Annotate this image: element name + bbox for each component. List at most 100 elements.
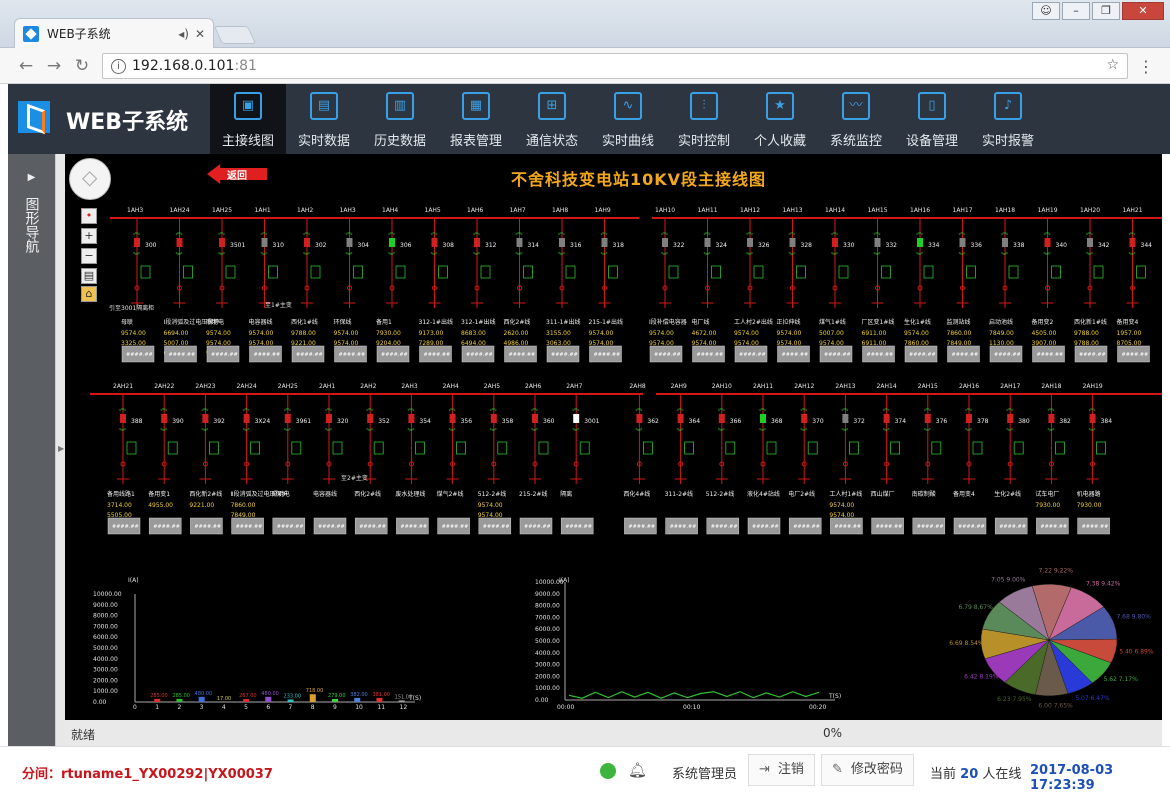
breaker-number: 308 [443,242,455,249]
reload-icon[interactable]: ↻ [72,56,92,76]
nav-item-7[interactable]: ★ 个人收藏 [742,84,818,154]
logout-button[interactable]: ⇥ 注销 [748,754,815,786]
splitter-grip-icon[interactable]: ▶ [58,444,64,453]
forward-arrow-icon[interactable]: → [44,56,64,76]
bell-icon[interactable]: 🔔︎ [628,761,647,779]
bar-chart-ytick: 9000.00 [93,602,118,609]
info-icon[interactable]: i [111,58,126,74]
meter-box-text: ####.## [670,524,697,530]
browser-menu-icon[interactable]: ⋮ [1138,57,1154,76]
ground-switch-icon [310,265,321,279]
url-field[interactable]: i 192.168.0.101:81 ☆ [102,53,1128,79]
minimize-button[interactable]: – [1062,2,1090,20]
breaker-number: 304 [358,242,370,249]
pie-label: 7.68 9.80% [1116,613,1151,620]
close-window-button[interactable]: ✕ [1122,2,1164,20]
disconnect-chevron-icon: ︽ [759,404,766,412]
nav-item-2[interactable]: ▥ 历史数据 [362,84,438,154]
online-prefix: 当前 [930,767,957,782]
pie-label: 6.79 8.67% [958,604,993,611]
back-button[interactable]: 返回 [207,164,267,184]
ground-switch-icon [414,441,425,455]
speaker-icon[interactable]: ◂) [178,27,189,41]
feeder-name: 备用线路1 [107,490,135,498]
feeder-name: 西化4#线 [623,490,650,498]
breaker-number: 3501 [230,242,245,249]
disconnect-chevron-icon: ︽ [1006,404,1013,412]
new-tab-button[interactable] [213,26,257,44]
ground-switch-icon [684,441,694,455]
nav-item-4[interactable]: ⊞ 通信状态 [514,84,590,154]
feeder-name: 厂区变1#线 [862,318,895,326]
breaker-number: 320 [337,418,349,425]
disconnect-chevron-icon: ︽ [388,228,395,236]
nav-item-0[interactable]: ▣ 主接线图 [210,84,286,154]
bar-chart-xtick: 10 [355,704,363,711]
breaker-number: 328 [801,242,813,249]
disconnect-chevron-icon: ︽ [119,404,126,412]
feed-label: 至1#主变 [265,301,292,309]
cabinet-label: 2AH23 [195,383,215,390]
nav-item-label: 通信状态 [525,134,578,149]
feeder-name: 煤气1#线 [819,318,846,326]
ground-switch-icon [140,265,151,279]
breaker-symbol [1044,238,1051,247]
panel-splitter[interactable]: ▶ [55,154,65,746]
bar-chart-data-label: 17.00 [217,696,231,702]
print-icon[interactable]: ▤ [81,268,97,284]
disconnect-chevron-icon: ︾ [531,428,538,436]
breaker-number: 368 [771,418,783,425]
ground-switch-icon [523,265,533,279]
feeder-name: 煤气2#线 [437,490,464,498]
breaker-number: 3001 [584,418,599,425]
feeder-value: 9574.00 [121,330,146,337]
tab-close-icon[interactable]: ✕ [195,27,205,41]
cabinet-label: 1AH8 [552,207,568,214]
feeder-name: 生化1#线 [904,318,931,326]
graphic-navigation-panel[interactable]: ▶ 图形导航 [8,154,55,746]
nav-item-5[interactable]: ∿ 实时曲线 [590,84,666,154]
control-icon: ⫶ [690,92,718,120]
zoom-out-button[interactable]: − [81,248,97,264]
bar-chart-data-label: 267.00 [239,693,257,699]
disconnect-chevron-icon: ︽ [346,228,353,236]
maximize-button[interactable]: ❐ [1092,2,1120,20]
bar-chart-xtick: 4 [222,704,226,711]
feeder-name: 试车电厂 [1035,490,1059,498]
breaker-number: 342 [1098,242,1110,249]
feeder-name: 生化2#线 [994,490,1021,498]
expand-arrow-icon[interactable]: ▶ [8,172,55,183]
meter-box-text: ####.## [551,352,578,358]
ground-switch-icon [291,441,302,455]
disconnect-chevron-icon: ︾ [677,428,684,436]
profile-icon[interactable]: ☺ [1032,2,1060,20]
bar-chart-ytick: 3000.00 [93,667,118,674]
diagram-canvas[interactable]: 1AH3 ︽ ︾ 300 母联 9574.00 3325.00 ####.## 1AH24 ︽ ︾ Ⅰ… [65,154,1162,720]
nav-item-9[interactable]: ▯ 设备管理 [894,84,970,154]
home-icon[interactable]: ⌂ [81,286,97,302]
browser-tab[interactable]: WEB子系统 ◂) ✕ [14,18,214,48]
meter-box-text: ####.## [1040,524,1067,530]
breaker-symbol [883,414,890,423]
ground-switch-icon [796,265,806,279]
nav-item-1[interactable]: ▤ 实时数据 [286,84,362,154]
nav-item-10[interactable]: ♪ 实时报警 [970,84,1046,154]
nav-item-8[interactable]: 〰系统监控 [818,84,894,154]
feeder-value: 7930.00 [1077,502,1102,509]
bar-chart-ytick: 1000.00 [93,688,118,695]
zoom-in-button[interactable]: + [81,228,97,244]
breaker-symbol [959,238,966,247]
feeder-value: 7860.00 [231,502,256,509]
feeder-name: 西化新1#线 [1074,318,1107,326]
locate-icon[interactable]: • [81,208,97,224]
change-password-button[interactable]: ✎ 修改密码 [821,754,914,786]
meter-box-text: ####.## [112,524,139,530]
cabinet-label: 1AH18 [995,207,1015,214]
nav-item-6[interactable]: ⫶ 实时控制 [666,84,742,154]
pan-control[interactable] [69,158,111,200]
bookmark-star-icon[interactable]: ☆ [1106,57,1119,73]
back-arrow-icon[interactable]: ← [16,56,36,76]
line-chart-ytick: 2000.00 [535,673,560,680]
nav-item-3[interactable]: ▦ 报表管理 [438,84,514,154]
line-chart-ytick: 8000.00 [535,603,560,610]
